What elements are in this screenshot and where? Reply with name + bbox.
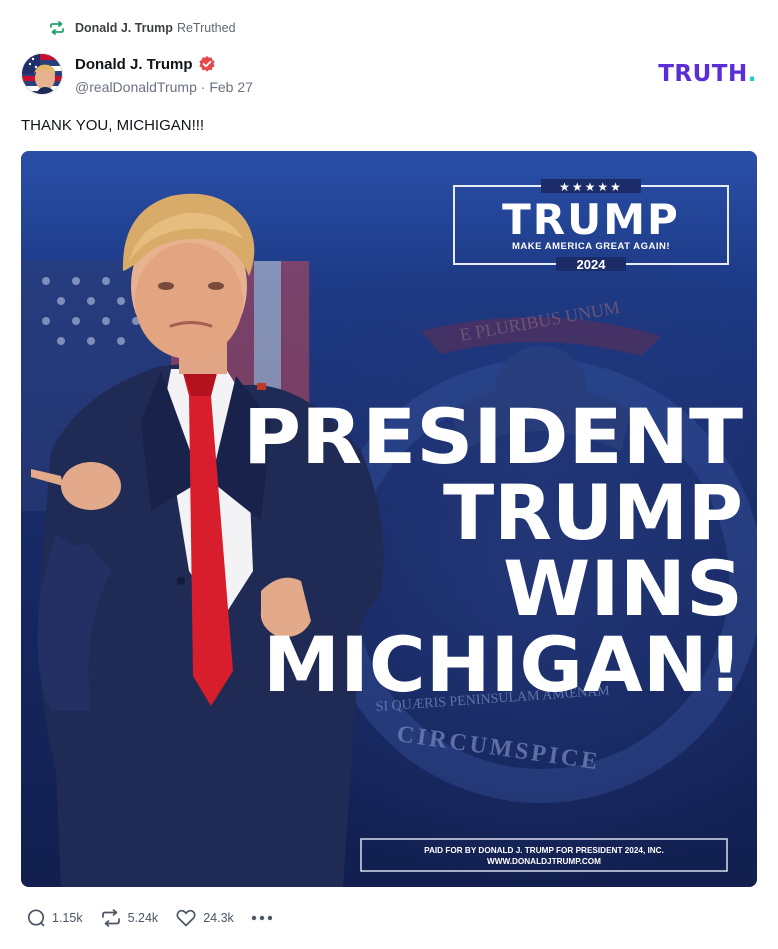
handle[interactable]: @realDonaldTrump (75, 79, 197, 95)
disclaimer-line-1: PAID FOR BY DONALD J. TRUMP FOR PRESIDEN… (424, 846, 664, 855)
retruth-user-name[interactable]: Donald J. Trump (75, 21, 173, 35)
badge-year: 2024 (577, 257, 607, 272)
headline-line-4: MICHIGAN! (263, 620, 743, 709)
reply-icon (27, 909, 45, 927)
more-options-button[interactable] (251, 906, 273, 930)
brand-name: TRUTH (658, 61, 748, 87)
retruth-icon (48, 19, 66, 37)
brand-dot: . (747, 61, 757, 87)
retruth-indicator: Donald J. Trump ReTruthed (48, 19, 236, 37)
post-date[interactable]: Feb 27 (209, 79, 253, 95)
heart-icon (176, 909, 196, 927)
badge-stars: ★★★★★ (559, 180, 623, 194)
avatar[interactable] (21, 53, 63, 95)
retruth-count: 5.24k (127, 911, 159, 925)
badge-title: TRUMP (502, 195, 680, 244)
more-dots-icon (251, 915, 272, 921)
truth-logo[interactable]: TRUTH. (658, 61, 757, 87)
retruth-label: ReTruthed (176, 21, 236, 35)
post-image[interactable]: E PLURIBUS UNUM SI QUÆRIS PENINSULAM AMŒ… (21, 151, 757, 887)
retruth-button[interactable]: 5.24k (100, 908, 159, 928)
badge-slogan: MAKE AMERICA GREAT AGAIN! (512, 241, 670, 252)
post-text: THANK YOU, MICHIGAN!!! (21, 117, 205, 134)
retruth-action-icon (101, 909, 120, 927)
verified-badge-icon (198, 55, 216, 73)
reply-count: 1.15k (52, 911, 83, 925)
display-name[interactable]: Donald J. Trump (75, 56, 193, 73)
like-count: 24.3k (203, 911, 234, 925)
disclaimer-line-2: WWW.DONALDJTRUMP.COM (487, 857, 601, 866)
meta-separator: · (200, 79, 206, 95)
post-actions: 1.15k 5.24k 24.3k (26, 906, 273, 930)
like-button[interactable]: 24.3k (175, 908, 234, 928)
post-meta: @realDonaldTrump · Feb 27 (75, 79, 253, 95)
post-header: Donald J. Trump @realDonaldTrump · Feb 2… (21, 53, 757, 99)
reply-button[interactable]: 1.15k (26, 908, 83, 928)
